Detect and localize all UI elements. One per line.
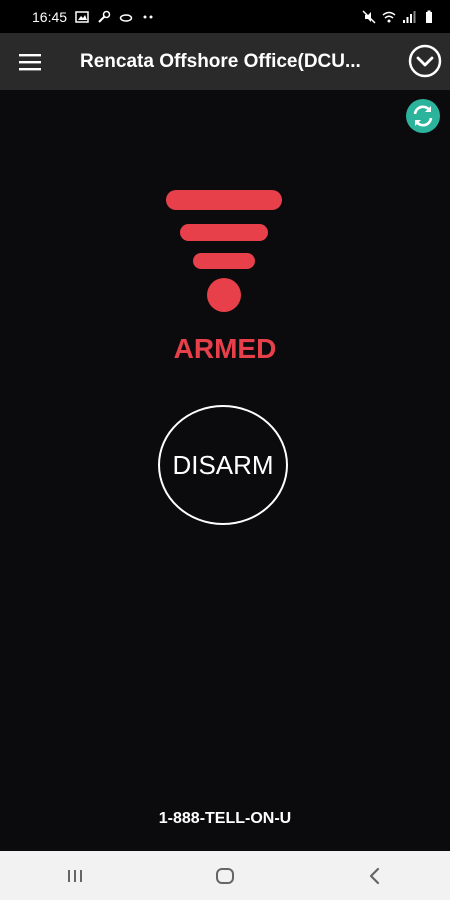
wrench-icon <box>98 10 111 23</box>
status-bar-left: 16:45 <box>32 9 155 25</box>
alarm-signal-icon <box>166 190 282 312</box>
status-bar-right <box>362 9 436 24</box>
image-icon <box>75 10 89 23</box>
more-dots-icon <box>143 15 153 18</box>
status-bar: 16:45 <box>0 0 450 33</box>
hamburger-menu-icon[interactable] <box>0 33 60 90</box>
recent-apps-icon[interactable] <box>45 851 105 900</box>
home-icon[interactable] <box>195 851 255 900</box>
app-title: Rencata Offshore Office(DCU... <box>80 51 361 72</box>
signal-icon <box>403 10 416 23</box>
status-time: 16:45 <box>32 8 68 25</box>
refresh-icon[interactable] <box>406 99 440 133</box>
chevron-down-circle-icon[interactable] <box>408 44 442 78</box>
battery-icon <box>426 10 432 23</box>
disarm-button[interactable]: DISARM <box>158 405 288 525</box>
phone-number: 1-888-TELL-ON-U <box>158 810 292 827</box>
disarm-button-label: DISARM <box>172 449 274 480</box>
back-icon[interactable] <box>345 851 405 900</box>
alarm-status-text: ARMED <box>173 333 277 364</box>
wifi-icon <box>382 11 396 22</box>
app-bar: Rencata Offshore Office(DCU... <box>0 33 450 90</box>
cloud-icon <box>119 13 133 22</box>
mute-icon <box>362 9 376 24</box>
nav-bar <box>0 851 450 900</box>
